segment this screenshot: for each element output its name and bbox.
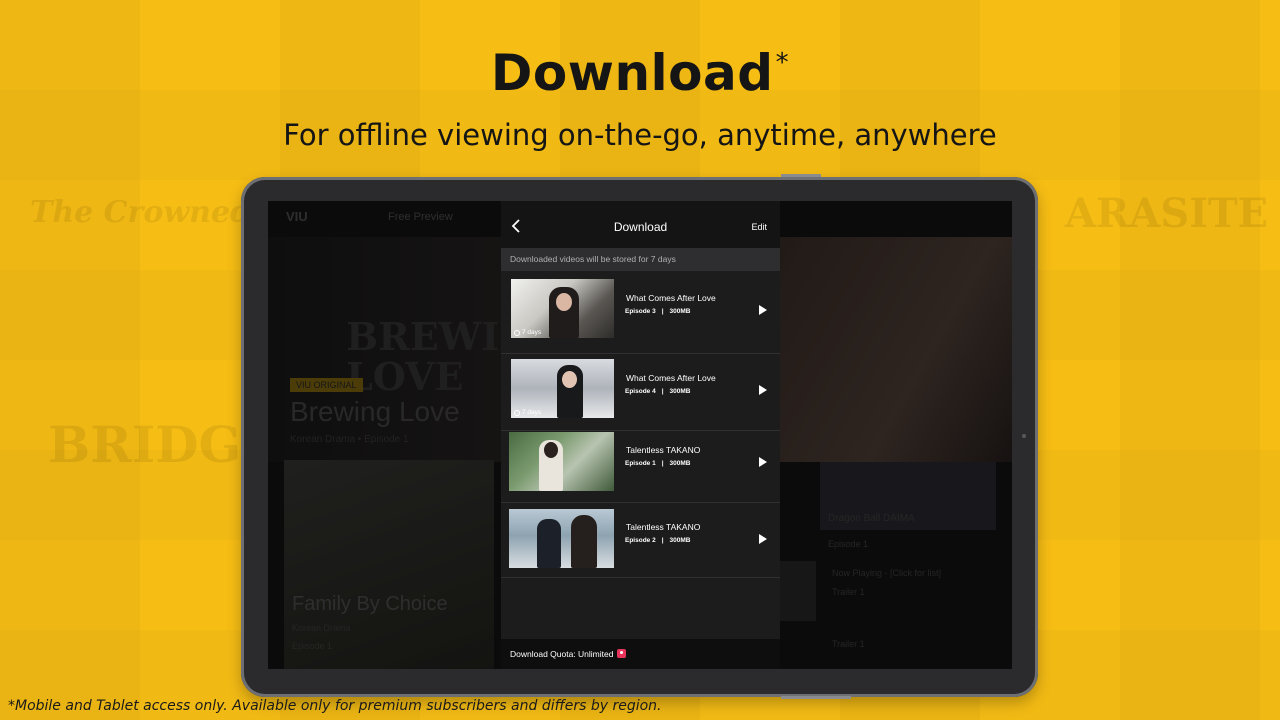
drama-still-street-icon <box>509 432 614 491</box>
download-item[interactable]: Talentless TAKANO Episode 1 | 300MB <box>501 430 780 503</box>
expiry-label: 7 days <box>514 329 541 336</box>
play-icon[interactable] <box>759 457 767 467</box>
download-panel: Download Edit Downloaded videos will be … <box>501 201 780 669</box>
figure-silhouette <box>537 519 561 568</box>
download-item-title: What Comes After Love <box>626 293 716 303</box>
camera-dot <box>1022 434 1026 438</box>
expiry-label: 7 days <box>514 409 541 416</box>
download-item-meta: Episode 4 | 300MB <box>625 388 691 395</box>
download-item[interactable]: 7 days What Comes After Love Episode 4 | 3… <box>501 353 780 431</box>
promo-footnote: *Mobile and Tablet access only. Availabl… <box>8 698 662 714</box>
premium-badge-icon <box>617 649 627 658</box>
download-item[interactable]: Talentless TAKANO Episode 2 | 300MB <box>501 503 780 578</box>
tablet-button-bottom <box>781 696 851 699</box>
download-item-title: What Comes After Love <box>626 373 716 383</box>
download-item-meta: Episode 3 | 300MB <box>625 308 691 315</box>
face-shape <box>556 293 572 311</box>
tablet-frame: VIU Free Preview BREWING LOVE VIU ORIGIN… <box>241 174 1038 699</box>
drama-still-man-snow-icon: 7 days <box>511 359 614 418</box>
face-shape <box>562 371 577 388</box>
download-quota: Download Quota: Unlimited <box>510 649 627 659</box>
drama-still-office-icon <box>509 509 614 568</box>
hair-shape <box>544 442 558 458</box>
promo-subheadline: For offline viewing on-the-go, anytime, … <box>283 118 997 152</box>
download-item-meta: Episode 1 | 300MB <box>625 460 691 467</box>
download-item[interactable]: 7 days What Comes After Love Episode 3 | 3… <box>501 276 780 354</box>
play-icon[interactable] <box>759 385 767 395</box>
clock-icon <box>514 329 520 336</box>
storage-notice-text: Downloaded videos will be stored for 7 d… <box>510 254 676 264</box>
panel-header: Download Edit <box>501 201 780 251</box>
storage-notice: Downloaded videos will be stored for 7 d… <box>501 248 780 271</box>
drama-still-woman-icon: 7 days <box>511 279 614 338</box>
figure-silhouette <box>571 515 597 568</box>
download-item-title: Talentless TAKANO <box>626 522 701 532</box>
bg-poster-parasite: ARASITE <box>1065 190 1269 237</box>
tablet-screen: VIU Free Preview BREWING LOVE VIU ORIGIN… <box>268 201 1012 669</box>
tablet-button-top <box>781 174 821 177</box>
bg-poster-bridge: BRIDG <box>48 415 242 474</box>
panel-title: Download <box>613 220 668 234</box>
clock-icon <box>514 409 520 416</box>
edit-button[interactable]: Edit <box>751 222 767 232</box>
download-quota-bar: Download Quota: Unlimited <box>501 639 780 669</box>
download-item-title: Talentless TAKANO <box>626 445 701 455</box>
download-item-meta: Episode 2 | 300MB <box>625 537 691 544</box>
promo-headline: Download* <box>490 44 790 102</box>
play-icon[interactable] <box>759 305 767 315</box>
play-icon[interactable] <box>759 534 767 544</box>
